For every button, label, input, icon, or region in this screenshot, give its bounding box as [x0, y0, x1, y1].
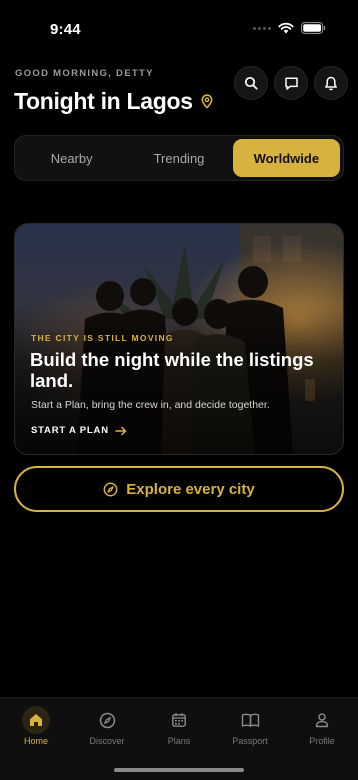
start-plan-link[interactable]: START A PLAN: [31, 425, 127, 436]
tabbar-label-passport: Passport: [232, 736, 268, 746]
hero-subtitle: Start a Plan, bring the crew in, and dec…: [31, 399, 270, 411]
tab-trending[interactable]: Trending: [125, 139, 232, 177]
home-indicator[interactable]: [114, 768, 244, 772]
compass-icon: [99, 712, 115, 728]
status-time: 9:44: [50, 21, 81, 38]
notifications-button[interactable]: [314, 66, 348, 100]
battery-icon: [301, 22, 326, 34]
hero-card[interactable]: THE CITY IS STILL MOVING Build the night…: [14, 223, 344, 455]
start-plan-label: START A PLAN: [31, 425, 109, 436]
header-actions: [234, 66, 348, 100]
search-button[interactable]: [234, 66, 268, 100]
book-icon: [241, 713, 259, 727]
calendar-icon: [172, 713, 186, 727]
tabbar-item-passport[interactable]: Passport: [214, 706, 286, 746]
chat-icon: [284, 76, 298, 90]
tabbar-label-discover: Discover: [89, 736, 125, 746]
bell-icon: [325, 76, 337, 90]
home-icon: [30, 714, 42, 726]
tabbar-item-discover[interactable]: Discover: [71, 706, 143, 746]
wifi-icon: [278, 22, 294, 34]
feed-filter-tabs: Nearby Trending Worldwide: [14, 135, 344, 181]
person-icon: [315, 713, 329, 728]
messages-button[interactable]: [274, 66, 308, 100]
page-title: Tonight in Lagos: [14, 88, 193, 114]
tabbar-item-profile[interactable]: Profile: [286, 706, 358, 746]
tabbar-item-home[interactable]: Home: [0, 706, 72, 746]
greeting-text: GOOD MORNING, DETTY: [15, 68, 154, 79]
hero-eyebrow: THE CITY IS STILL MOVING: [31, 333, 174, 343]
status-bar: 9:44: [0, 0, 358, 56]
status-icons: [253, 22, 326, 34]
tabbar-label-profile: Profile: [309, 736, 335, 746]
tabbar-item-plans[interactable]: Plans: [143, 706, 215, 746]
location-pin-icon[interactable]: [201, 94, 213, 109]
hero-title: Build the night while the listings land.: [30, 349, 314, 391]
cellular-signal-icon: [253, 26, 271, 30]
compass-icon: [103, 482, 118, 496]
arrow-right-icon: [115, 426, 127, 435]
location-title-row[interactable]: Tonight in Lagos: [14, 88, 213, 115]
tab-nearby[interactable]: Nearby: [18, 139, 125, 177]
explore-cities-button[interactable]: Explore every city: [14, 466, 344, 512]
search-icon: [244, 76, 258, 90]
tabbar-label-plans: Plans: [167, 736, 191, 746]
tab-worldwide[interactable]: Worldwide: [232, 139, 340, 177]
explore-label: Explore every city: [126, 480, 255, 498]
tabbar-label-home: Home: [23, 736, 48, 746]
